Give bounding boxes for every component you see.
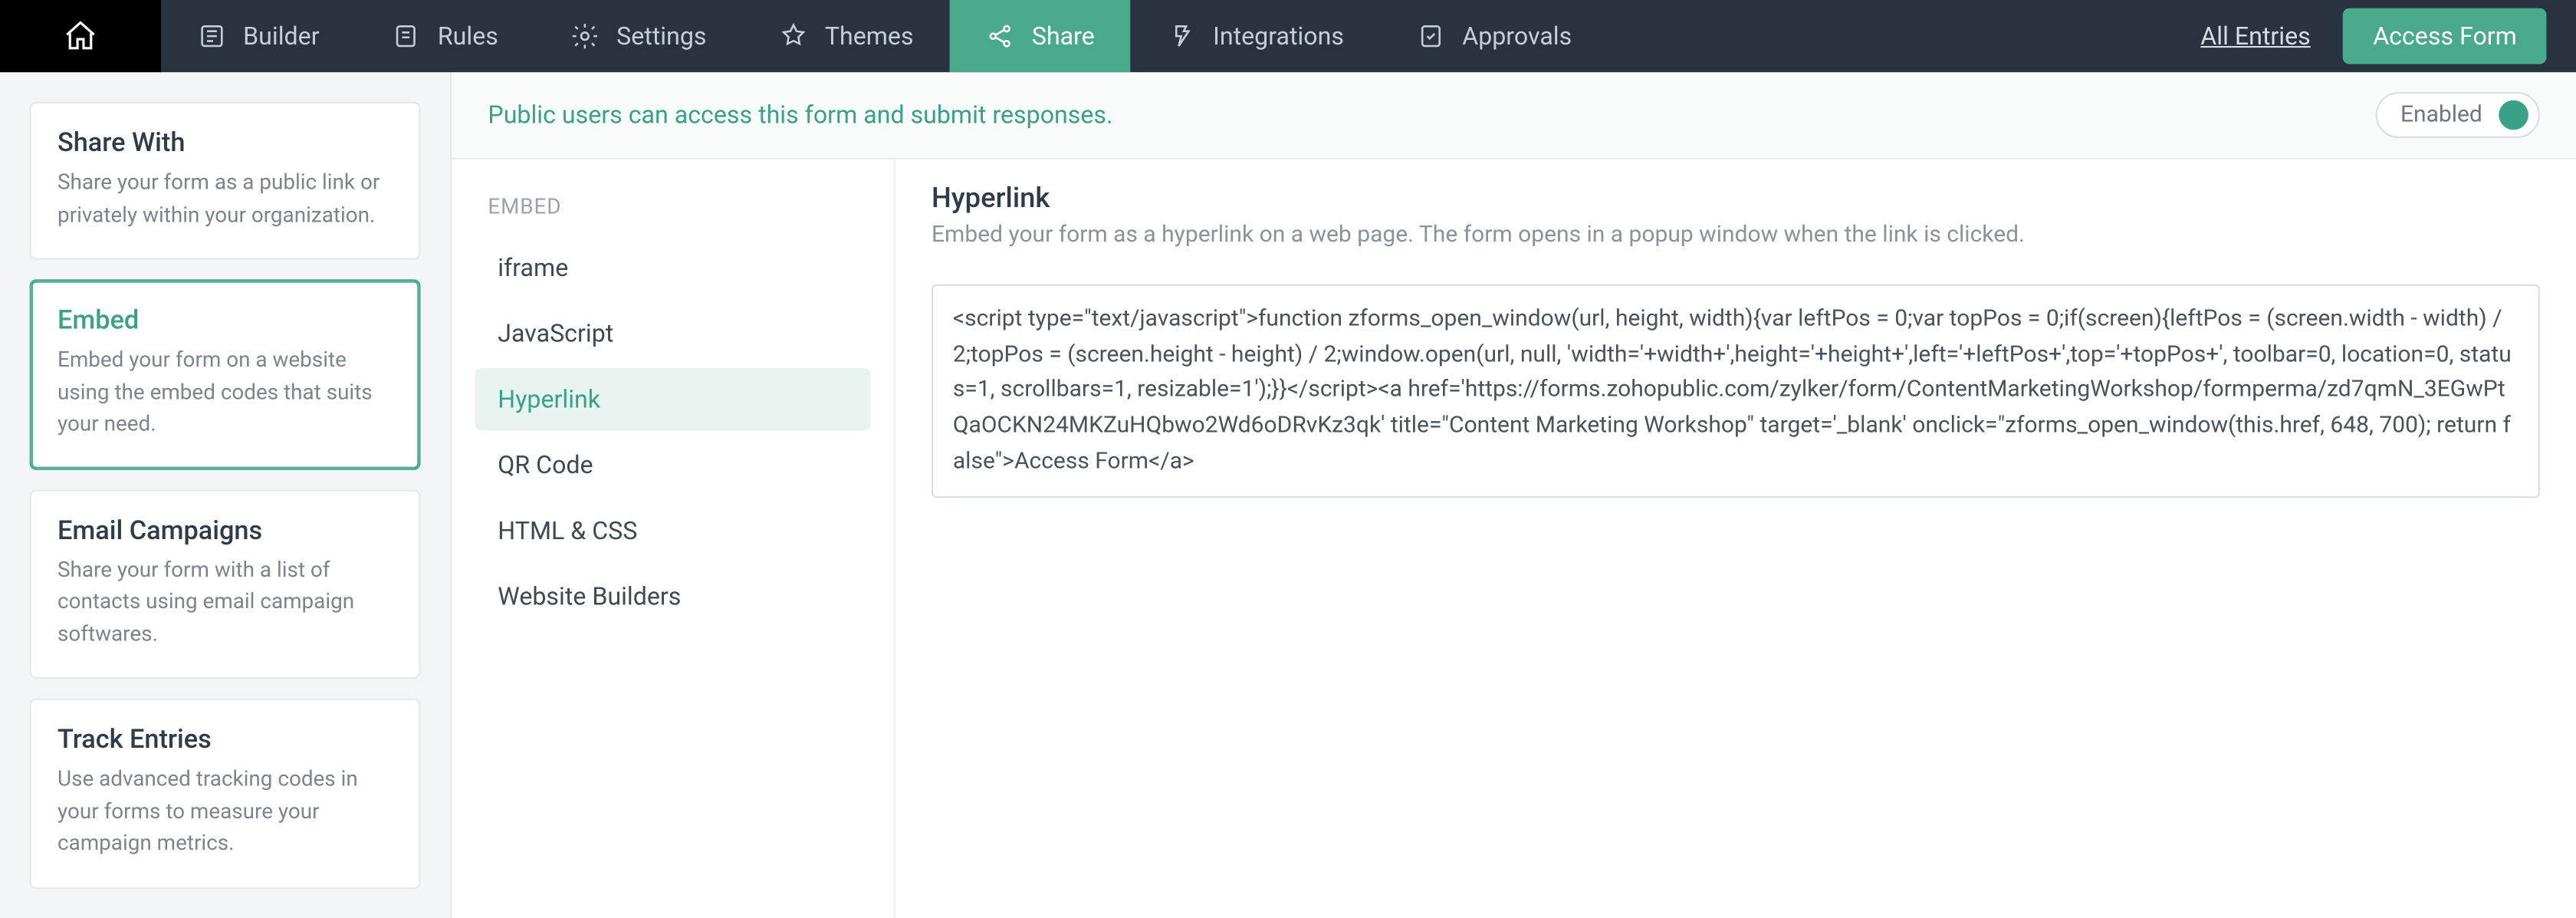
card-title: Email Campaigns xyxy=(58,514,393,545)
card-desc: Share your form with a list of contacts … xyxy=(58,554,393,650)
embed-item-hyperlink[interactable]: Hyperlink xyxy=(475,368,870,430)
nav-right: All Entries Access Form xyxy=(2200,0,2576,72)
embed-item-iframe[interactable]: iframe xyxy=(475,237,870,299)
embed-item-qrcode[interactable]: QR Code xyxy=(475,434,870,496)
nav-tab-approvals[interactable]: Approvals xyxy=(1380,0,1608,72)
access-form-button[interactable]: Access Form xyxy=(2344,8,2547,64)
rules-icon xyxy=(392,21,422,51)
nav-tabs: Builder Rules Settings Themes Share Inte… xyxy=(161,0,1608,72)
sidebar-card-email-campaigns[interactable]: Email Campaigns Share your form with a l… xyxy=(30,489,421,679)
nav-tab-themes[interactable]: Themes xyxy=(743,0,950,72)
approvals-icon xyxy=(1416,21,1446,51)
nav-tab-label: Rules xyxy=(438,21,498,51)
sidebar-card-track-entries[interactable]: Track Entries Use advanced tracking code… xyxy=(30,699,421,889)
nav-tab-label: Builder xyxy=(243,21,319,51)
embed-heading: EMBED xyxy=(488,196,857,220)
nav-tab-label: Share xyxy=(1032,21,1095,51)
home-button[interactable] xyxy=(0,0,161,72)
nav-tab-label: Themes xyxy=(825,21,914,51)
top-nav: Builder Rules Settings Themes Share Inte… xyxy=(0,0,2576,72)
nav-tab-builder[interactable]: Builder xyxy=(161,0,356,72)
notice-text: Public users can access this form and su… xyxy=(488,100,1112,130)
card-desc: Use advanced tracking codes in your form… xyxy=(58,764,393,860)
share-body: EMBED iframe JavaScript Hyperlink QR Cod… xyxy=(452,160,2576,918)
detail-title: Hyperlink xyxy=(932,183,2540,216)
embed-code-box[interactable]: <script type="text/javascript">function … xyxy=(932,285,2540,499)
embed-list: EMBED iframe JavaScript Hyperlink QR Cod… xyxy=(452,160,895,918)
main: Share With Share your form as a public l… xyxy=(0,72,2576,917)
toggle-indicator-icon xyxy=(2499,100,2528,130)
card-title: Track Entries xyxy=(58,723,393,755)
themes-icon xyxy=(779,21,809,51)
integrations-icon xyxy=(1167,21,1197,51)
card-desc: Share your form as a public link or priv… xyxy=(58,168,393,232)
nav-tab-rules[interactable]: Rules xyxy=(356,0,534,72)
share-icon xyxy=(986,21,1016,51)
embed-item-htmlcss[interactable]: HTML & CSS xyxy=(475,499,870,561)
center-panel: Public users can access this form and su… xyxy=(452,72,2576,917)
nav-tab-settings[interactable]: Settings xyxy=(534,0,743,72)
nav-tab-share[interactable]: Share xyxy=(950,0,1131,72)
share-sidebar: Share With Share your form as a public l… xyxy=(0,72,452,917)
nav-tab-label: Integrations xyxy=(1213,21,1344,51)
home-icon xyxy=(62,18,98,54)
embed-item-javascript[interactable]: JavaScript xyxy=(475,302,870,364)
access-toggle[interactable]: Enabled xyxy=(2376,92,2540,138)
builder-icon xyxy=(197,21,227,51)
sidebar-card-share-with[interactable]: Share With Share your form as a public l… xyxy=(30,102,421,260)
nav-tab-label: Approvals xyxy=(1462,21,1572,51)
gear-icon xyxy=(570,21,600,51)
embed-item-website-builders[interactable]: Website Builders xyxy=(475,565,870,627)
nav-tab-label: Settings xyxy=(616,21,706,51)
detail-desc: Embed your form as a hyperlink on a web … xyxy=(932,222,2540,248)
embed-detail: Hyperlink Embed your form as a hyperlink… xyxy=(895,160,2576,918)
sidebar-card-embed[interactable]: Embed Embed your form on a website using… xyxy=(30,279,421,469)
all-entries-link[interactable]: All Entries xyxy=(2200,21,2310,51)
card-desc: Embed your form on a website using the e… xyxy=(58,345,393,441)
card-title: Embed xyxy=(58,304,393,335)
card-title: Share With xyxy=(58,127,393,158)
toggle-label: Enabled xyxy=(2400,102,2482,128)
notice-bar: Public users can access this form and su… xyxy=(452,72,2576,160)
nav-tab-integrations[interactable]: Integrations xyxy=(1131,0,1380,72)
